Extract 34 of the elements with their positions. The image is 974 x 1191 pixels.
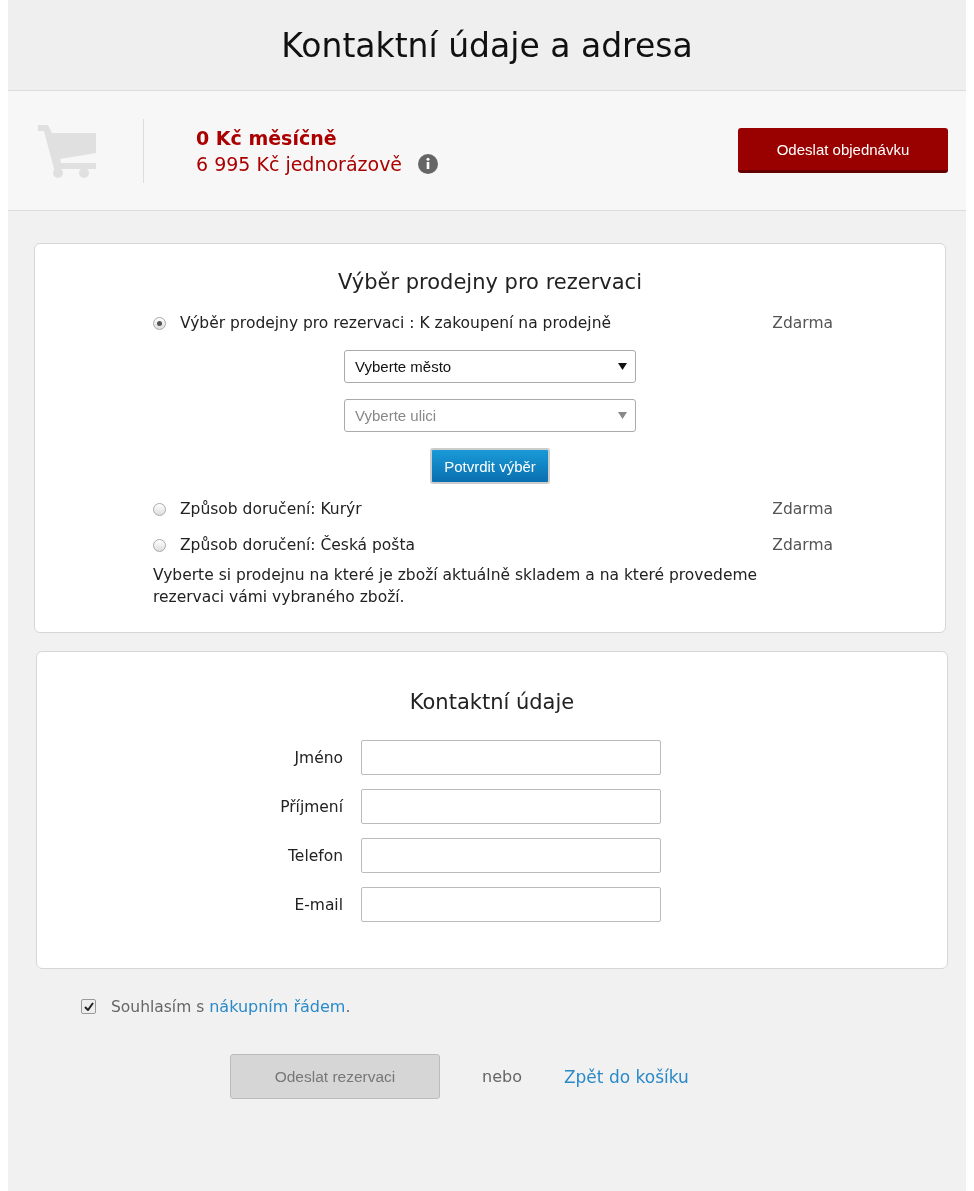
back-link[interactable]: Zpět do košíku: [563, 1066, 689, 1087]
note-text: Vyberte si prodejnu na které je zboží aktuálně skladem a na které provedeme rezervaci vámi vybraného zboží.: [153, 565, 759, 608]
checkbox[interactable]: [81, 999, 96, 1014]
option-price: Zdarma: [772, 314, 833, 332]
field-label: Jméno: [294, 748, 343, 767]
radio-button[interactable]: [153, 538, 166, 552]
select-field[interactable]: Vyberte město: [344, 350, 636, 383]
input-field[interactable]: [361, 789, 661, 824]
input-field[interactable]: [361, 838, 661, 873]
radio-button[interactable]: [153, 316, 166, 330]
one-time-price: 6 995 Kč jednorázově: [196, 152, 403, 175]
monthly-price: 0 Kč měsíčně: [196, 126, 338, 149]
field-label: Telefon: [288, 846, 343, 865]
section-title: Výběr prodejny pro rezervaci: [338, 270, 642, 294]
option-label: Způsob doručení: Kurýr: [180, 500, 363, 518]
caret-icon: [618, 412, 627, 419]
option-price: Zdarma: [772, 536, 833, 554]
separator-text: nebo: [482, 1067, 522, 1086]
caret-icon: [618, 363, 627, 370]
order-button[interactable]: Odeslat objednávku: [738, 128, 948, 173]
section-title: Kontaktní údaje: [409, 690, 575, 714]
consent-text: Souhlasím s nákupním řádem.: [111, 997, 351, 1016]
terms-link[interactable]: nákupním řádem: [209, 997, 346, 1016]
input-field[interactable]: [361, 740, 661, 775]
page-title: Kontaktní údaje a adresa: [281, 25, 693, 65]
info-icon[interactable]: [418, 153, 439, 174]
confirm-button[interactable]: Potvrdit výběr: [430, 448, 550, 484]
option-price: Zdarma: [772, 500, 833, 518]
field-label: Příjmení: [280, 797, 343, 816]
input-field[interactable]: [361, 887, 661, 922]
field-label: E-mail: [294, 895, 343, 914]
radio-button[interactable]: [153, 502, 166, 516]
option-label: Výběr prodejny pro rezervaci : K zakoupení na prodejně: [180, 314, 612, 332]
option-label: Způsob doručení: Česká pošta: [180, 536, 416, 554]
